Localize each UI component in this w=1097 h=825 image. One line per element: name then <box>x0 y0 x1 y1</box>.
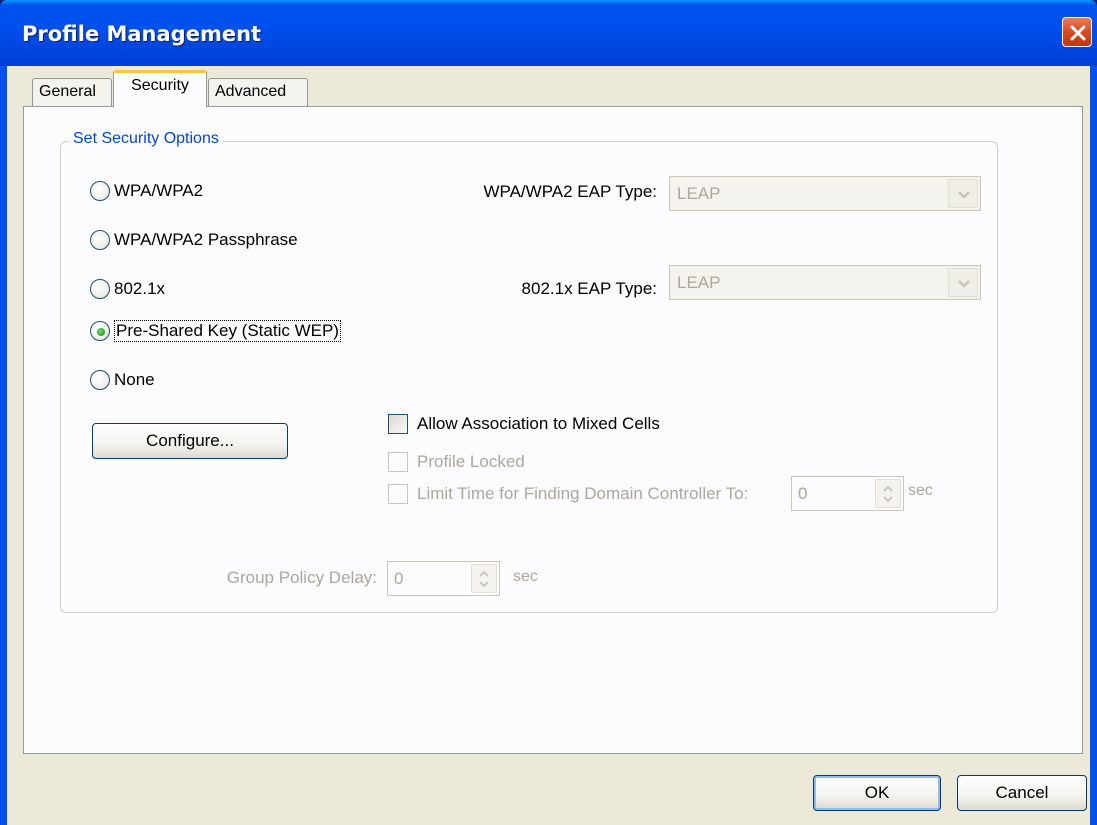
limit-time-checkbox[interactable]: Limit Time for Finding Domain Controller… <box>388 482 748 506</box>
limit-time-value: 0 <box>798 484 808 503</box>
limit-time-spin-buttons[interactable] <box>875 479 901 508</box>
dot1x-eap-type-select[interactable]: LEAP <box>669 265 981 300</box>
wpa-eap-type-value: LEAP <box>677 184 721 203</box>
wpa-eap-type-label: WPA/WPA2 EAP Type: <box>483 182 657 201</box>
radio-indicator[interactable] <box>90 230 110 250</box>
limit-time-spinner[interactable]: 0 <box>791 476 904 511</box>
dot1x-eap-type-label: 802.1x EAP Type: <box>521 279 657 298</box>
radio-indicator[interactable] <box>90 370 110 390</box>
group-policy-delay-label: Group Policy Delay: <box>226 568 377 587</box>
tab-security[interactable]: Security <box>113 70 207 107</box>
group-policy-delay-value: 0 <box>394 569 404 588</box>
profile-management-window: Profile Management General Security Adva… <box>0 0 1097 825</box>
title-bar: Profile Management <box>0 0 1097 66</box>
radio-indicator[interactable] <box>90 181 110 201</box>
cancel-button-label: Cancel <box>995 783 1049 802</box>
spin-arrows-icon <box>883 485 893 503</box>
security-options-group <box>60 141 998 613</box>
configure-button[interactable]: Configure... <box>92 423 288 459</box>
chevron-down-icon <box>958 280 970 288</box>
group-policy-delay-unit: sec <box>513 568 538 585</box>
group-policy-spin-buttons[interactable] <box>471 564 497 593</box>
limit-time-label: Limit Time for Finding Domain Controller… <box>417 484 749 503</box>
radio-802-1x[interactable]: 802.1x <box>90 277 165 301</box>
window-title: Profile Management <box>22 22 262 46</box>
radio-none[interactable]: None <box>90 368 155 392</box>
cancel-button[interactable]: Cancel <box>957 775 1087 811</box>
radio-802-1x-label: 802.1x <box>114 279 166 298</box>
spin-arrows-icon <box>479 570 489 588</box>
allow-mixed-cells-label: Allow Association to Mixed Cells <box>417 414 660 433</box>
wpa-eap-dropdown-button[interactable] <box>948 179 978 208</box>
window-frame-left <box>0 66 7 825</box>
configure-button-label: Configure... <box>146 431 234 450</box>
dot1x-eap-dropdown-button[interactable] <box>948 268 978 297</box>
checkbox-box[interactable] <box>388 452 408 472</box>
radio-wpa-wpa2-label: WPA/WPA2 <box>114 181 204 200</box>
tab-general[interactable]: General <box>32 78 112 106</box>
close-button[interactable] <box>1062 17 1092 47</box>
close-icon <box>1070 25 1086 41</box>
group-title: Set Security Options <box>69 130 223 148</box>
radio-indicator[interactable] <box>90 279 110 299</box>
radio-indicator-selected[interactable] <box>90 321 110 341</box>
group-policy-delay-spinner[interactable]: 0 <box>387 561 500 596</box>
checkbox-box[interactable] <box>388 484 408 504</box>
tab-general-label: General <box>39 83 96 100</box>
window-frame-right <box>1090 66 1097 825</box>
ok-button[interactable]: OK <box>813 775 941 811</box>
checkbox-box[interactable] <box>388 414 408 434</box>
ok-button-label: OK <box>864 783 890 802</box>
profile-locked-checkbox[interactable]: Profile Locked <box>388 450 525 474</box>
tab-advanced[interactable]: Advanced <box>208 78 308 106</box>
tab-advanced-label: Advanced <box>215 83 287 100</box>
radio-selected-dot <box>97 328 105 336</box>
radio-wpa-passphrase-label: WPA/WPA2 Passphrase <box>114 230 298 249</box>
radio-pre-shared-key[interactable]: Pre-Shared Key (Static WEP) <box>90 319 341 343</box>
limit-time-unit: sec <box>908 482 933 499</box>
radio-wpa-passphrase[interactable]: WPA/WPA2 Passphrase <box>90 228 298 252</box>
tab-security-label: Security <box>131 77 189 94</box>
radio-none-label: None <box>114 370 155 389</box>
radio-wpa-wpa2[interactable]: WPA/WPA2 <box>90 179 203 203</box>
profile-locked-label: Profile Locked <box>417 452 525 471</box>
dot1x-eap-type-value: LEAP <box>677 273 721 292</box>
wpa-eap-type-select[interactable]: LEAP <box>669 176 981 211</box>
allow-mixed-cells-checkbox[interactable]: Allow Association to Mixed Cells <box>388 412 660 436</box>
chevron-down-icon <box>958 191 970 199</box>
radio-pre-shared-key-label: Pre-Shared Key (Static WEP) <box>114 320 341 342</box>
